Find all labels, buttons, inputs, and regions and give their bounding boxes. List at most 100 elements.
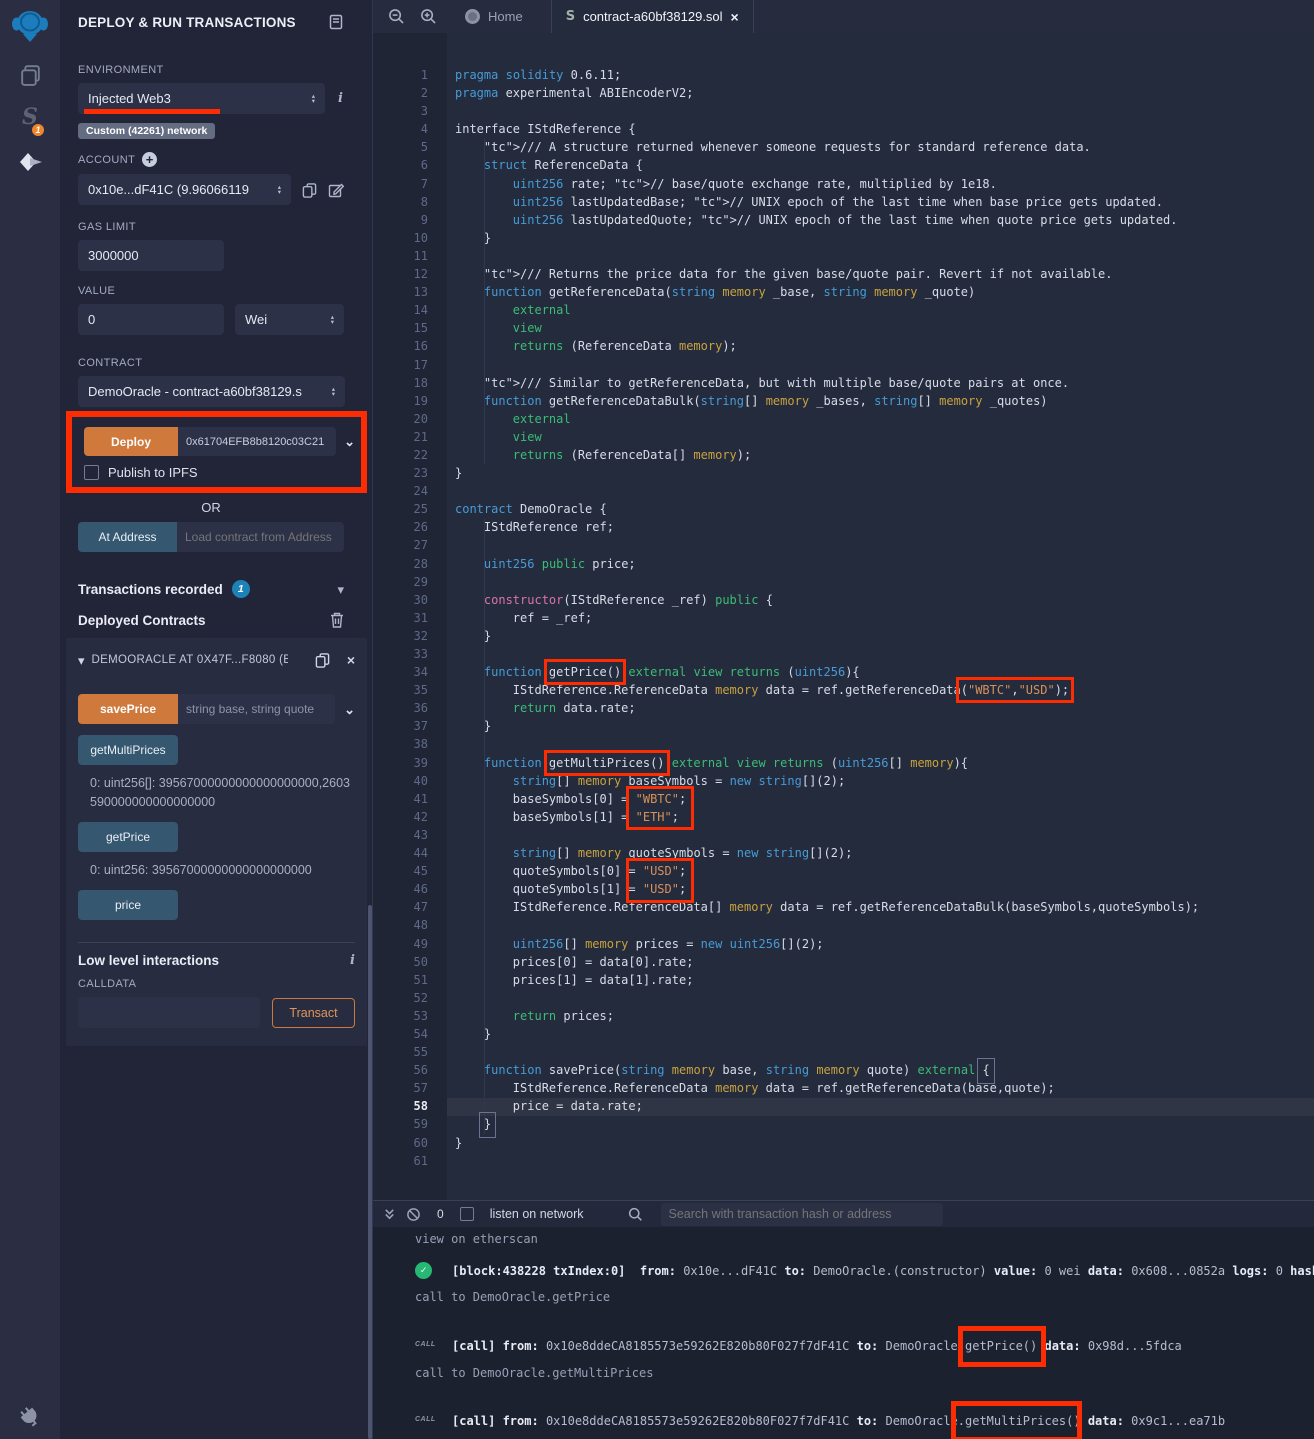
code-line[interactable]: contract DemoOracle { [455,500,1199,518]
chevron-down-icon[interactable]: ▾ [337,583,344,596]
code-line[interactable]: "tc">/// A structure returned whenever s… [455,138,1199,156]
code-line[interactable]: view [455,428,1199,446]
copy-address-icon[interactable] [315,652,330,668]
clear-contracts-trash-icon[interactable] [330,612,344,628]
file-explorer-icon[interactable] [0,63,60,88]
code-line[interactable] [455,573,1199,591]
code-line[interactable] [455,536,1199,554]
code-line[interactable]: constructor(IStdReference _ref) public { [455,591,1199,609]
zoom-out-icon[interactable] [388,8,405,25]
expand-args-chevron-icon[interactable]: ⌄ [344,703,355,716]
code-line[interactable]: string[] memory baseSymbols = new string… [455,772,1199,790]
at-address-button[interactable]: At Address [78,522,177,552]
code-line[interactable]: function getReferenceDataBulk(string[] m… [455,392,1199,410]
code-line[interactable]: function savePrice(string memory base, s… [455,1061,1199,1079]
code-line[interactable] [455,482,1199,500]
code-line[interactable]: quoteSymbols[1] = "USD"; [455,880,1199,898]
collapse-chevron-icon[interactable]: ▾ [78,654,85,667]
code-line[interactable]: } [455,229,1199,247]
deploy-address-input[interactable] [178,427,336,456]
saveprice-args-input[interactable] [178,694,335,724]
code-line[interactable]: function getReferenceData(string memory … [455,283,1199,301]
environment-select[interactable]: Injected Web3 ▴▾ [78,83,325,114]
code-line[interactable]: IStdReference ref; [455,518,1199,536]
code-line[interactable]: IStdReference.ReferenceData memory data … [455,1079,1199,1097]
documentation-icon[interactable] [328,14,344,30]
listen-network-checkbox[interactable] [460,1207,474,1221]
code-line[interactable] [455,247,1199,265]
code-line[interactable]: price = data.rate; [455,1097,1199,1115]
code-line[interactable]: prices[1] = data[1].rate; [455,971,1199,989]
code-line[interactable]: pragma experimental ABIEncoderV2; [455,84,1199,102]
terminal-row[interactable]: call to DemoOracle.getPrice [373,1290,1314,1305]
code-line[interactable]: returns (ReferenceData[] memory); [455,446,1199,464]
code-line[interactable]: uint256 public price; [455,555,1199,573]
code-line[interactable]: } [455,464,1199,482]
code-line[interactable]: IStdReference.ReferenceData[] memory dat… [455,898,1199,916]
code-line[interactable]: return prices; [455,1007,1199,1025]
code-line[interactable]: } [455,717,1199,735]
add-account-icon[interactable]: + [142,152,157,167]
code-line[interactable] [455,645,1199,663]
deploy-and-run-icon[interactable] [0,150,60,174]
code-line[interactable]: interface IStdReference { [455,120,1199,138]
at-address-input[interactable] [177,522,344,552]
zoom-in-icon[interactable] [420,8,437,25]
code-line[interactable] [455,735,1199,753]
code-line[interactable]: quoteSymbols[0] = "USD"; [455,862,1199,880]
value-input[interactable] [78,304,224,335]
getprice-button[interactable]: getPrice [78,822,178,852]
solidity-compiler-icon[interactable]: S 1 [0,104,60,130]
plugin-manager-plug-icon[interactable] [0,1404,60,1428]
code-line[interactable] [455,916,1199,934]
code-line[interactable]: } [455,1025,1199,1043]
terminal-row[interactable]: view on etherscan [373,1232,1314,1247]
close-tab-icon[interactable]: × [731,9,739,25]
publish-ipfs-checkbox[interactable] [84,465,99,480]
gas-limit-input[interactable] [78,240,224,271]
code-line[interactable]: baseSymbols[0] = "WBTC"; [455,790,1199,808]
tab-contract-sol[interactable]: S contract-a60bf38129.sol × [551,0,754,33]
code-line[interactable]: uint256 lastUpdatedBase; "tc">// UNIX ep… [455,193,1199,211]
code-line[interactable]: "tc">/// Similar to getReferenceData, bu… [455,374,1199,392]
calldata-input[interactable] [78,997,260,1028]
terminal-search-input[interactable] [661,1203,943,1226]
code-line[interactable]: function getPrice() external view return… [455,663,1199,681]
code-line[interactable]: } [455,1115,1199,1133]
edit-account-pencil-icon[interactable] [328,182,344,198]
code-line[interactable]: return data.rate; [455,699,1199,717]
tab-home[interactable]: Home [451,0,537,33]
code-line[interactable]: uint256[] memory prices = new uint256[](… [455,935,1199,953]
low-level-info-icon[interactable]: i [350,953,355,968]
price-button[interactable]: price [78,890,178,920]
code-line[interactable]: uint256 lastUpdatedQuote; "tc">// UNIX e… [455,211,1199,229]
code-line[interactable]: external [455,301,1199,319]
getmultiprices-button[interactable]: getMultiPrices [78,735,178,765]
code-line[interactable] [455,356,1199,374]
code-line[interactable] [455,102,1199,120]
code-line[interactable] [455,826,1199,844]
saveprice-button[interactable]: savePrice [78,694,178,724]
account-select[interactable]: 0x10e...dF41C (9.96066119 ▴▾ [78,174,291,205]
code-line[interactable]: prices[0] = data[0].rate; [455,953,1199,971]
code-line[interactable]: function getMultiPrices() external view … [455,754,1199,772]
environment-info-icon[interactable]: i [338,91,343,106]
code-line[interactable]: returns (ReferenceData memory); [455,337,1199,355]
transact-button[interactable]: Transact [272,998,355,1028]
code-line[interactable]: } [455,1134,1199,1152]
deploy-button[interactable]: Deploy [84,427,178,456]
code-line[interactable]: ref = _ref; [455,609,1199,627]
code-line[interactable] [455,1043,1199,1061]
code-line[interactable]: "tc">/// Returns the price data for the … [455,265,1199,283]
code-line[interactable]: IStdReference.ReferenceData memory data … [455,681,1199,699]
code-line[interactable] [455,989,1199,1007]
copy-account-icon[interactable] [302,182,317,198]
code-line[interactable]: external [455,410,1199,428]
code-line[interactable]: pragma solidity 0.6.11; [455,66,1199,84]
code-lines[interactable]: pragma solidity 0.6.11;pragma experiment… [455,66,1199,1170]
expand-terminal-icon[interactable] [383,1207,396,1221]
value-unit-select[interactable]: Wei ▴▾ [235,304,344,335]
code-line[interactable]: uint256 rate; "tc">// base/quote exchang… [455,175,1199,193]
code-line[interactable]: struct ReferenceData { [455,156,1199,174]
code-line[interactable]: baseSymbols[1] = "ETH"; [455,808,1199,826]
